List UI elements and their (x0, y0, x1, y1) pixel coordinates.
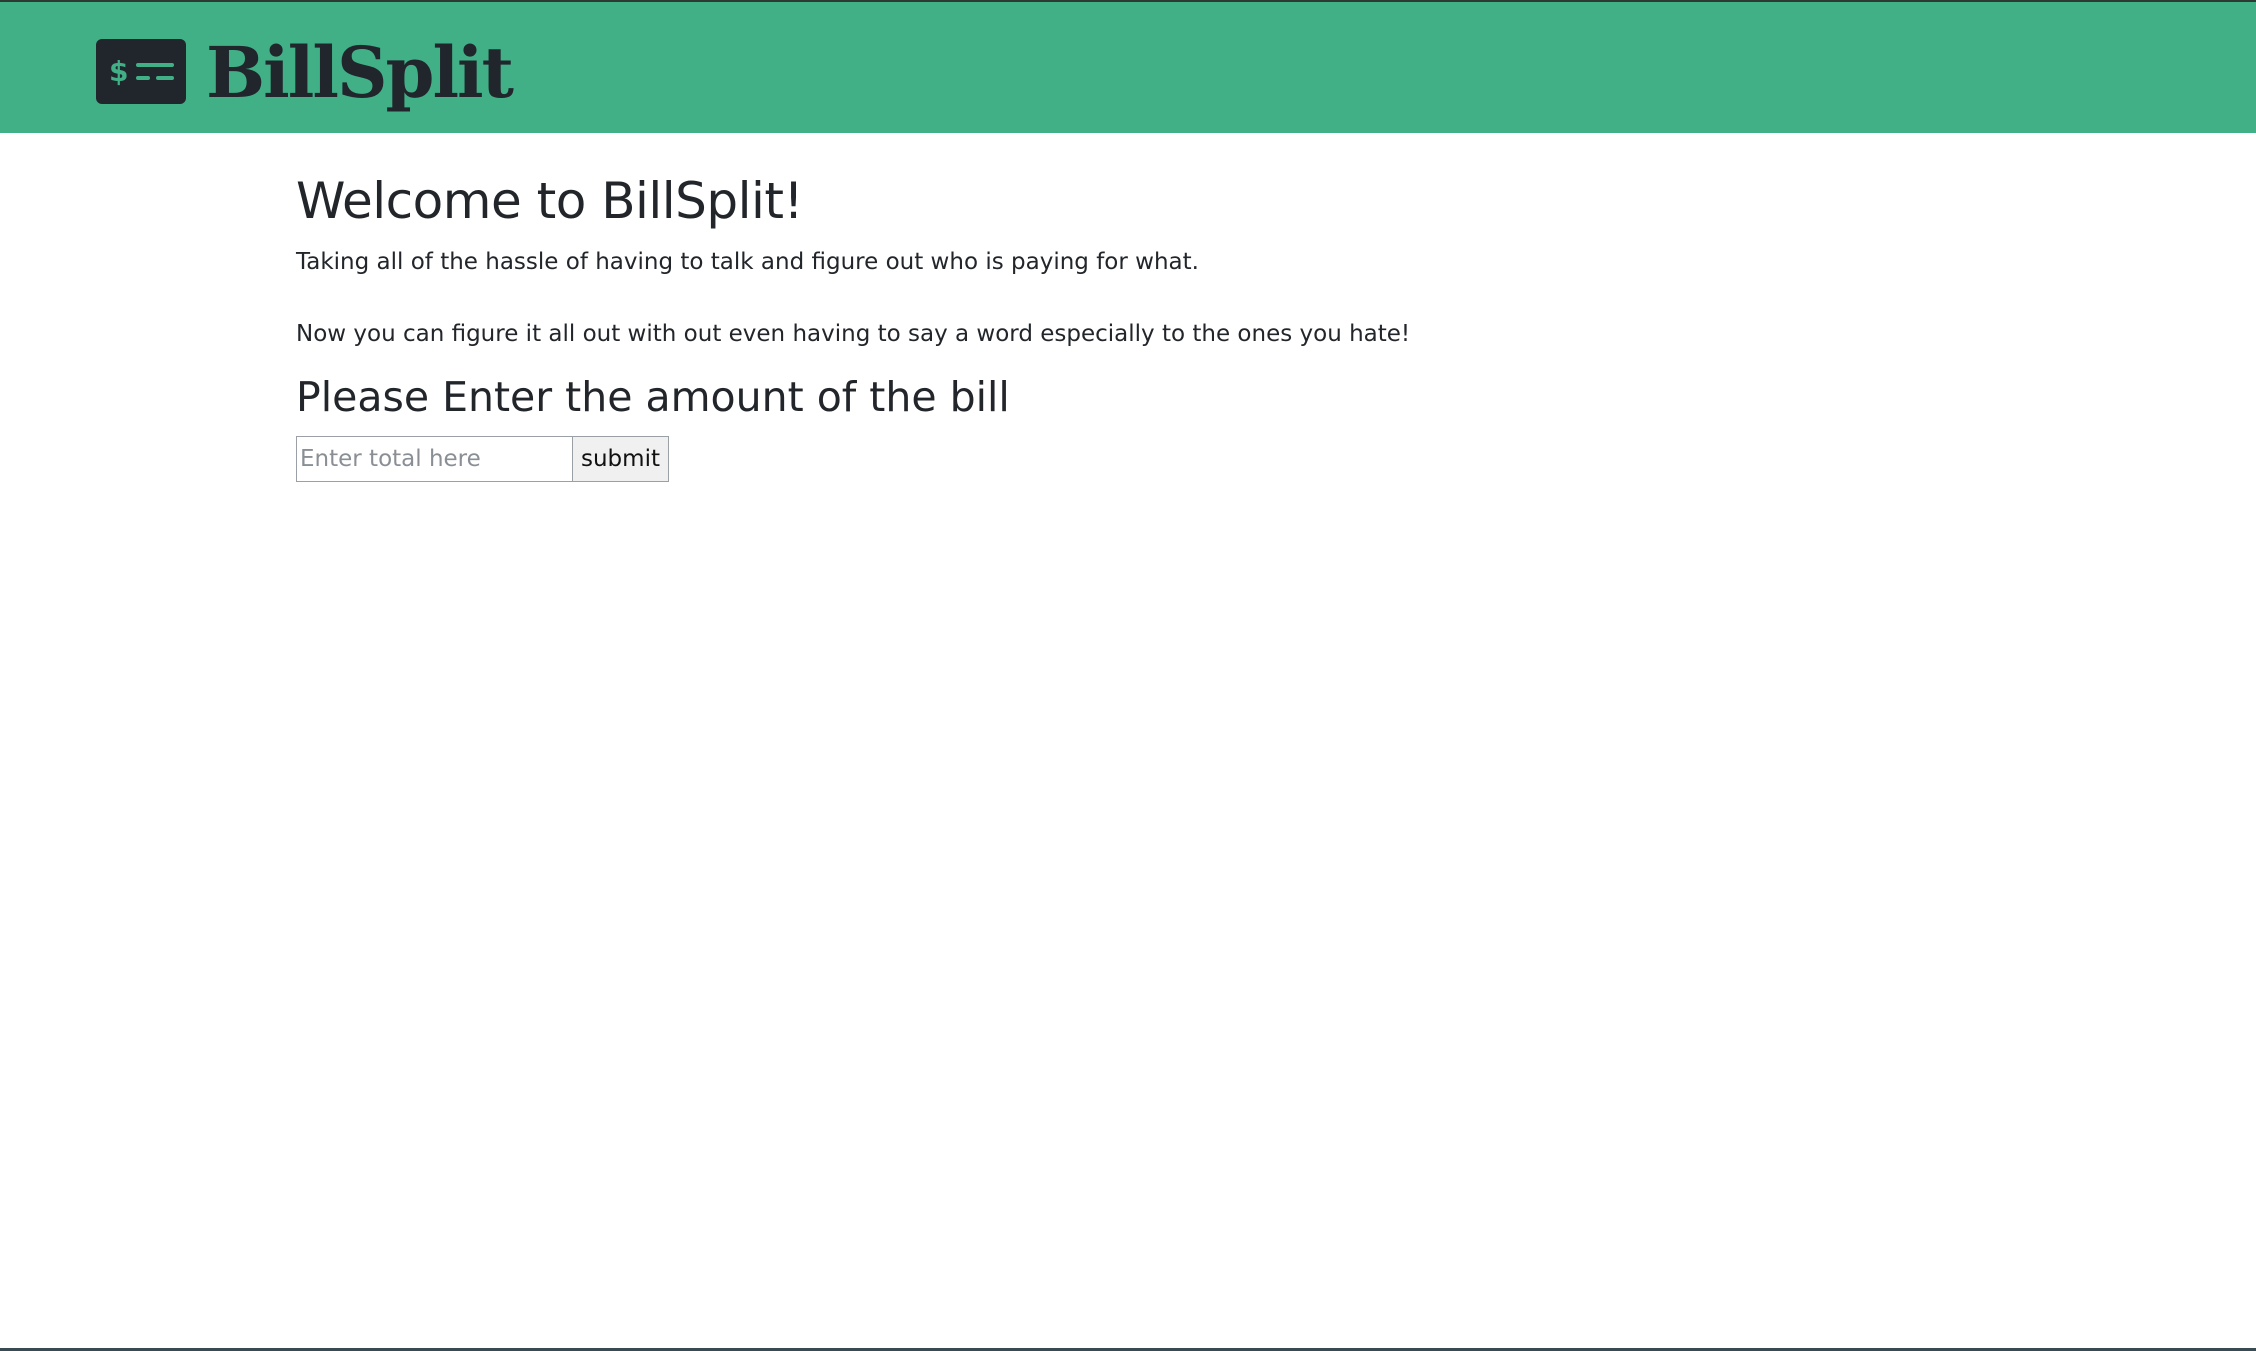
bill-form: submit (296, 436, 1796, 482)
welcome-title: Welcome to BillSplit! (296, 172, 804, 230)
svg-text:$: $ (109, 55, 128, 88)
bill-amount-heading: Please Enter the amount of the bill (296, 373, 1010, 421)
intro-text-1: Taking all of the hassle of having to ta… (296, 249, 1199, 275)
intro-text-2: Now you can figure it all out with out e… (296, 321, 1411, 347)
brand-title[interactable]: BillSplit (206, 28, 514, 118)
app-header: $ BillSplit (0, 2, 2256, 133)
main-content: Welcome to BillSplit! Taking all of the … (296, 170, 1796, 482)
total-input[interactable] (296, 436, 573, 482)
dollar-list-icon: $ (96, 39, 186, 104)
submit-button[interactable]: submit (573, 436, 669, 482)
